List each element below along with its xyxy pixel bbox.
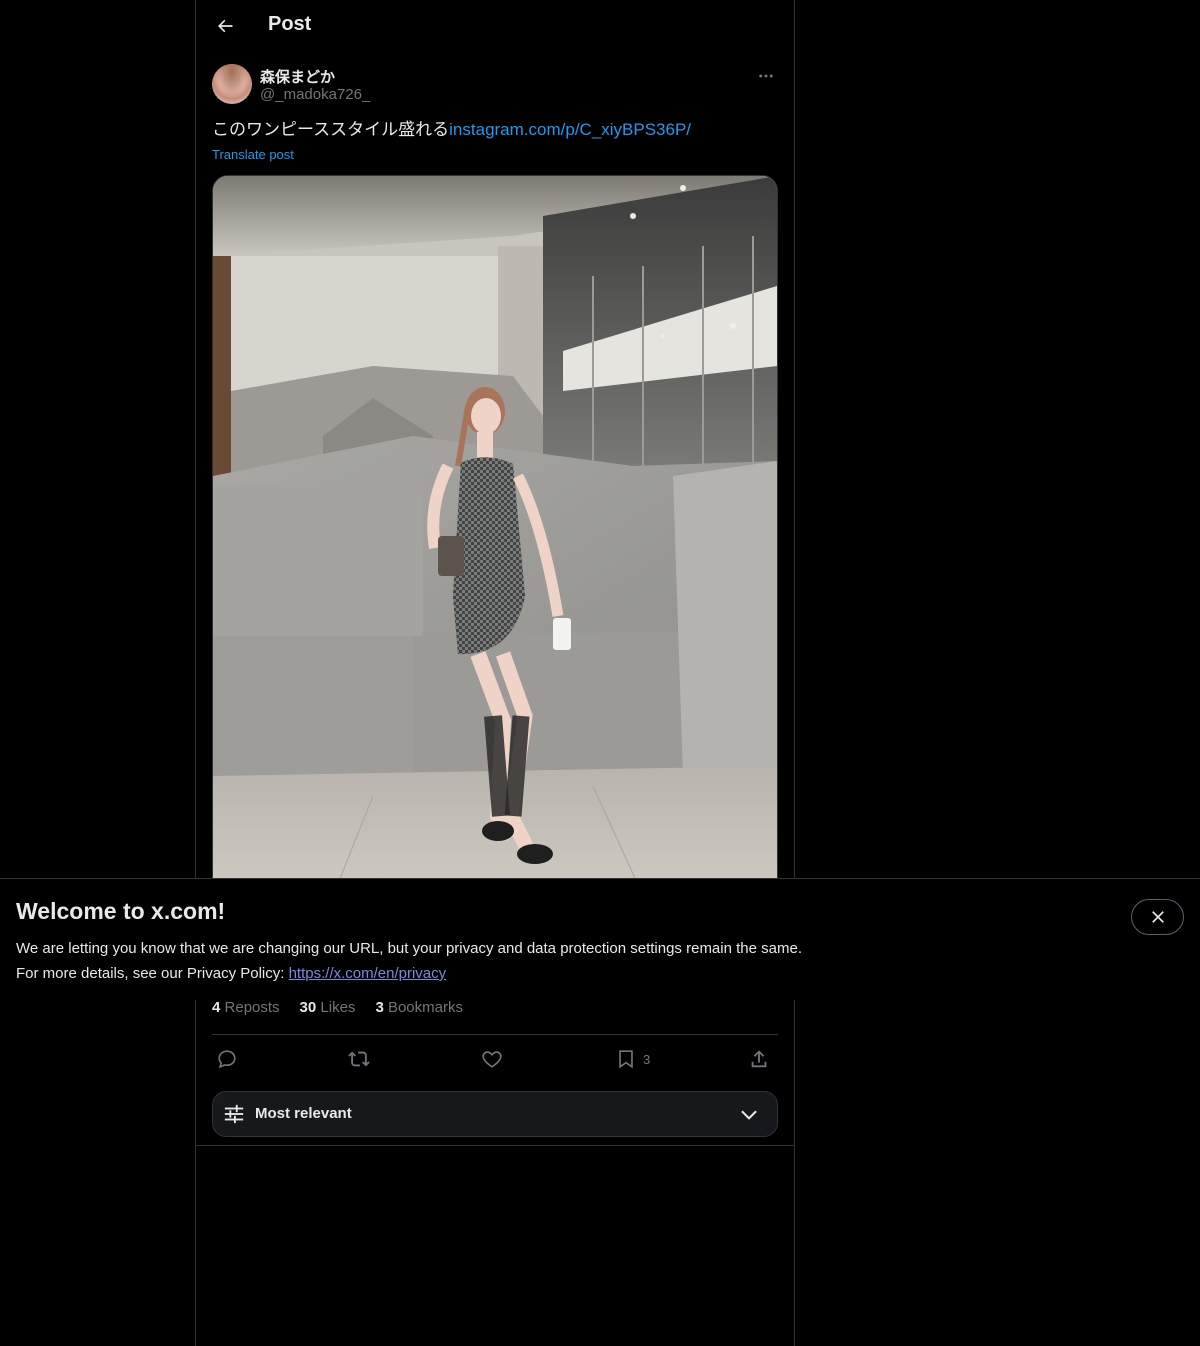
bookmarks-stat[interactable]: 3 Bookmarks: [375, 999, 463, 1016]
page-title: Post: [268, 13, 312, 35]
post-body: このワンピーススタイル盛れる: [212, 120, 450, 139]
reply-icon: [218, 1050, 236, 1069]
divider: [196, 1145, 794, 1146]
avatar-photo: [212, 64, 252, 104]
bookmark-count: 3: [643, 1051, 651, 1067]
reposts-label: Reposts: [224, 999, 280, 1016]
close-icon: [1151, 911, 1164, 923]
banner-line-2-prefix: For more details, see our Privacy Policy…: [16, 965, 289, 982]
likes-count: 30: [299, 999, 317, 1016]
heart-icon: [482, 1051, 502, 1068]
likes-label: Likes: [320, 999, 356, 1016]
share-icon: [751, 1050, 767, 1068]
more-horizontal-icon: [759, 74, 773, 78]
chevron-down-icon: [741, 1110, 757, 1120]
banner-title: Welcome to x.com!: [16, 898, 226, 924]
sliders-icon: [224, 1104, 244, 1124]
post-photo[interactable]: [212, 175, 778, 897]
author-handle[interactable]: @_madoka726_: [260, 86, 370, 103]
likes-stat[interactable]: 30 Likes: [300, 999, 356, 1016]
post-author: 森保まどか @_madoka726_: [212, 64, 778, 106]
author-display-name[interactable]: 森保まどか: [260, 66, 335, 87]
banner-line-2: For more details, see our Privacy Policy…: [16, 961, 802, 986]
bookmarks-label: Bookmarks: [387, 999, 463, 1016]
repost-icon: [348, 1051, 370, 1067]
translate-post-link[interactable]: Translate post: [212, 147, 294, 162]
bookmark-icon: [619, 1050, 633, 1069]
reply-sort-dropdown[interactable]: Most relevant: [212, 1091, 778, 1137]
main-column: Post 森保まどか @_madoka726_ このワンピーススタイル盛れるin…: [195, 0, 795, 1346]
bookmark-button[interactable]: 3: [615, 1048, 650, 1070]
privacy-policy-link[interactable]: https://x.com/en/privacy: [289, 965, 447, 982]
like-button[interactable]: [481, 1048, 503, 1070]
post-link[interactable]: instagram.com/p/C_xiyBPS36P/: [449, 120, 691, 139]
back-button[interactable]: [208, 9, 242, 43]
banner-line-1: We are letting you know that we are chan…: [16, 940, 802, 957]
arrow-left-icon: [218, 19, 233, 33]
post-actions: 3: [212, 1044, 778, 1074]
divider: [212, 1034, 778, 1035]
welcome-banner: Welcome to x.com! We are letting you kno…: [0, 878, 1200, 1000]
post-photo-image: [213, 176, 777, 896]
banner-body: We are letting you know that we are chan…: [16, 936, 802, 986]
post-text: このワンピーススタイル盛れるinstagram.com/p/C_xiyBPS36…: [212, 118, 778, 142]
share-button[interactable]: [748, 1048, 770, 1070]
more-options-button[interactable]: [754, 64, 778, 88]
sort-label: Most relevant: [255, 1105, 352, 1122]
bookmarks-count: 3: [375, 999, 384, 1016]
reposts-stat[interactable]: 4 Reposts: [212, 999, 280, 1016]
reply-button[interactable]: [216, 1048, 238, 1070]
top-bar: Post: [196, 0, 794, 53]
post-stats: 4 Reposts 30 Likes 3 Bookmarks: [212, 999, 463, 1016]
repost-button[interactable]: [348, 1048, 370, 1070]
avatar[interactable]: [212, 64, 252, 104]
banner-close-button[interactable]: [1131, 899, 1184, 935]
reposts-count: 4: [212, 999, 221, 1016]
